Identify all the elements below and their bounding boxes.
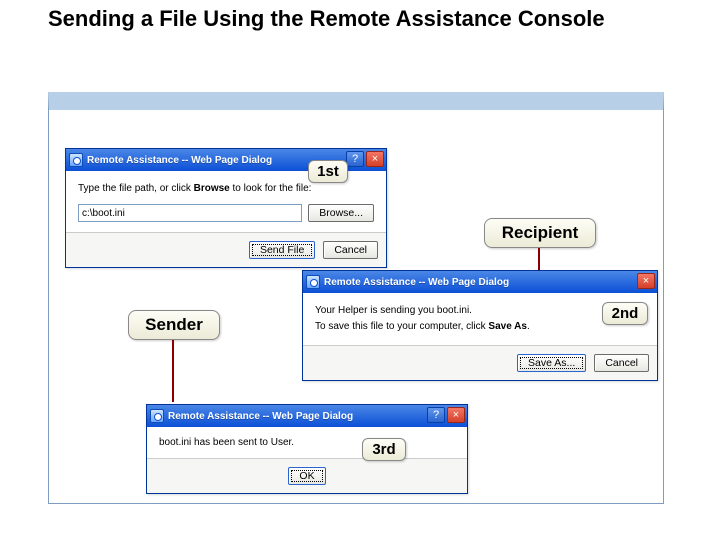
help-button[interactable]: ?: [427, 407, 445, 423]
titlebar[interactable]: Remote Assistance -- Web Page Dialog ×: [303, 271, 657, 293]
ie-icon: [150, 409, 164, 423]
dialog-receive-file: Remote Assistance -- Web Page Dialog × Y…: [302, 270, 658, 381]
step-label-3rd: 3rd: [362, 438, 406, 461]
step-label-2nd: 2nd: [602, 302, 648, 325]
cancel-button[interactable]: Cancel: [323, 241, 378, 259]
ok-button[interactable]: OK: [288, 467, 325, 485]
prompt-text: Type the file path, or click Browse to l…: [78, 183, 374, 194]
close-button[interactable]: ×: [637, 273, 655, 289]
dialog-sent-confirm: Remote Assistance -- Web Page Dialog ? ×…: [146, 404, 468, 494]
cancel-button[interactable]: Cancel: [594, 354, 649, 372]
sent-message: boot.ini has been sent to User.: [159, 437, 455, 448]
titlebar[interactable]: Remote Assistance -- Web Page Dialog ? ×: [147, 405, 467, 427]
role-label-recipient: Recipient: [484, 218, 596, 248]
close-button[interactable]: ×: [447, 407, 465, 423]
window-title: Remote Assistance -- Web Page Dialog: [87, 155, 272, 166]
help-button[interactable]: ?: [346, 151, 364, 167]
ie-icon: [306, 275, 320, 289]
close-button[interactable]: ×: [366, 151, 384, 167]
browse-button[interactable]: Browse...: [308, 204, 374, 222]
step-label-1st: 1st: [308, 160, 348, 183]
role-label-sender: Sender: [128, 310, 220, 340]
window-title: Remote Assistance -- Web Page Dialog: [324, 277, 509, 288]
msg-line2: To save this file to your computer, clic…: [315, 319, 645, 335]
connector-recipient: [538, 248, 540, 270]
ie-icon: [69, 153, 83, 167]
save-as-button[interactable]: Save As...: [517, 354, 586, 372]
send-file-button[interactable]: Send File: [249, 241, 315, 259]
msg-line1: Your Helper is sending you boot.ini.: [315, 303, 645, 319]
filepath-input[interactable]: [78, 204, 302, 222]
slide-title: Sending a File Using the Remote Assistan…: [48, 6, 605, 31]
connector-sender: [172, 340, 174, 402]
window-title: Remote Assistance -- Web Page Dialog: [168, 411, 353, 422]
